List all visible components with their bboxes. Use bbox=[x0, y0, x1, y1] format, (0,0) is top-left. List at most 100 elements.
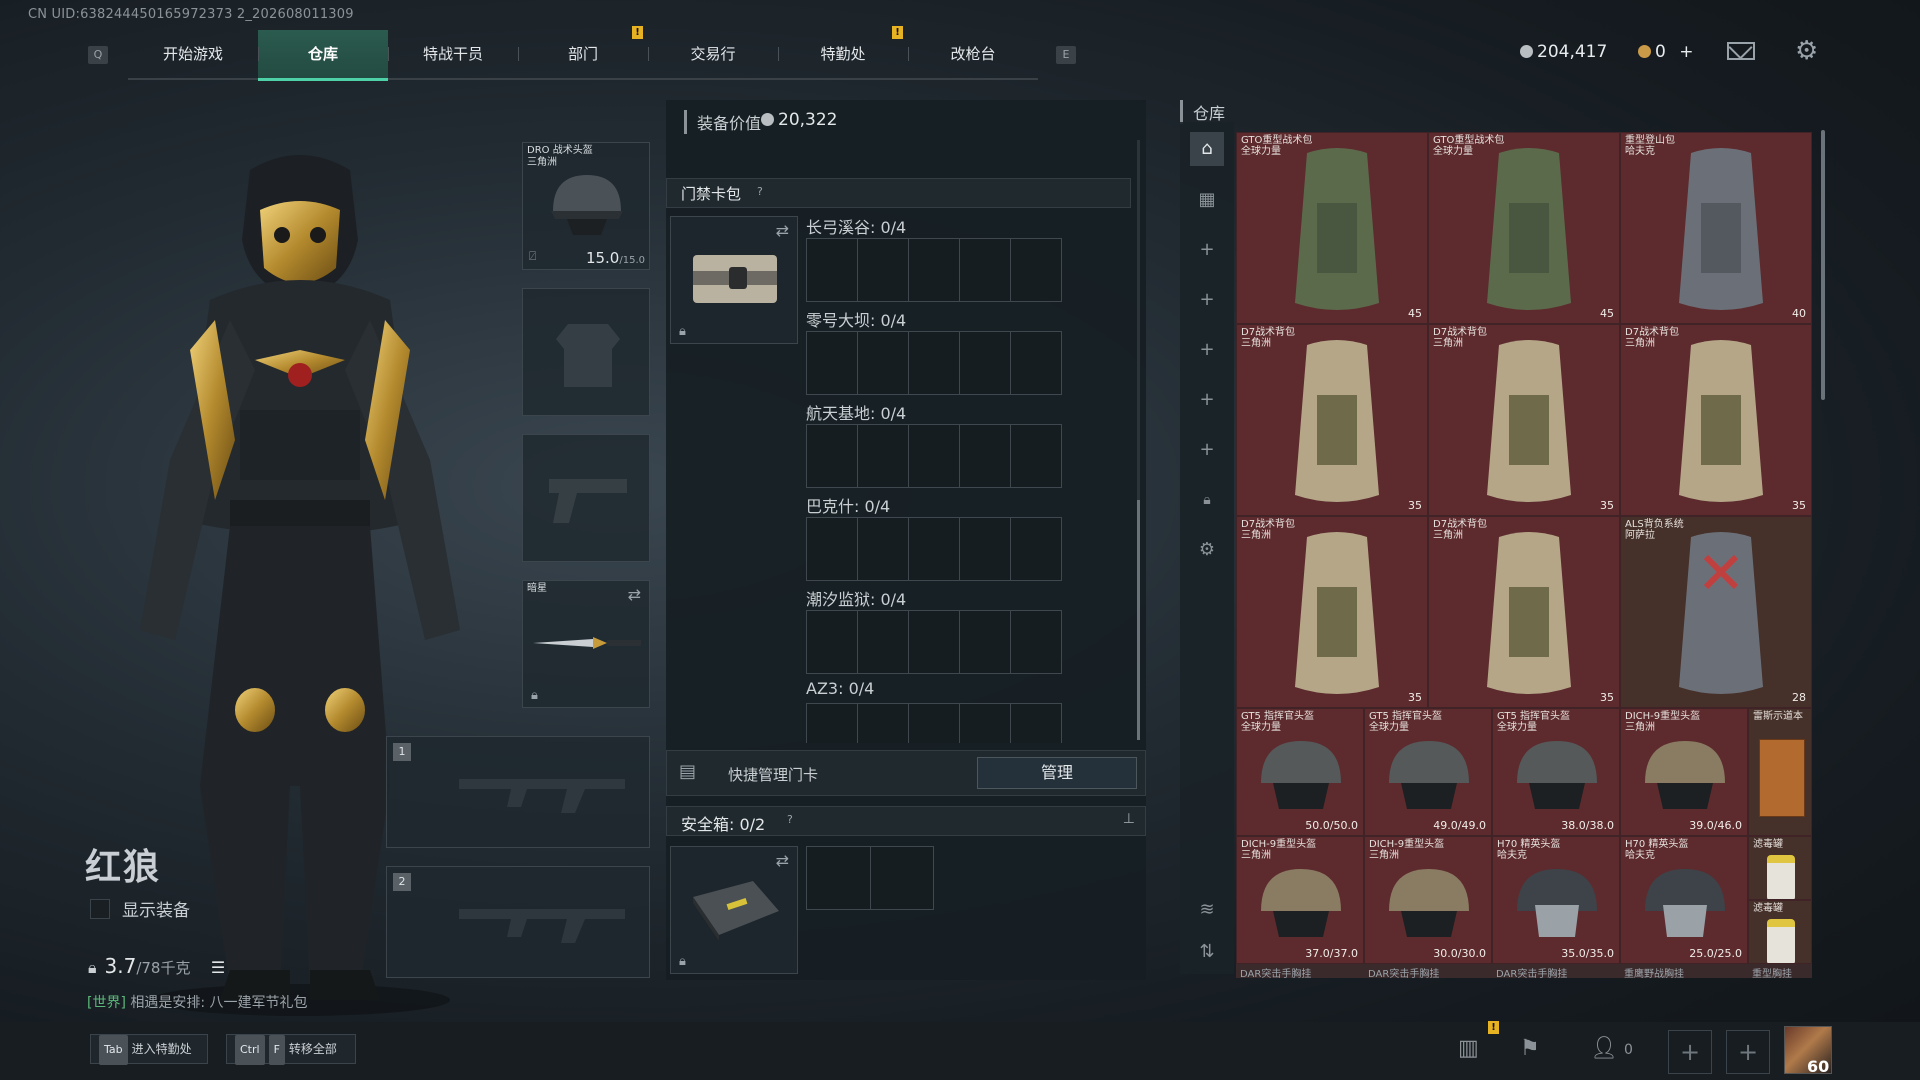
tab-operators[interactable]: 特战干员 bbox=[388, 30, 518, 78]
storage-item[interactable]: D7战术背包 三角洲 35 bbox=[1428, 324, 1620, 516]
bond-icon bbox=[1638, 45, 1651, 58]
tab-trading[interactable]: 交易行 bbox=[648, 30, 778, 78]
armor-slot[interactable] bbox=[522, 288, 650, 416]
swap-icon[interactable]: ⇄ bbox=[628, 585, 641, 604]
nav-prev-key[interactable]: Q bbox=[88, 46, 108, 64]
item-durability: 50.0/50.0 bbox=[1305, 819, 1358, 832]
safebox-slot[interactable]: ⇄ 🔒︎ bbox=[670, 846, 798, 974]
layers-icon[interactable]: ≋ bbox=[1195, 898, 1219, 922]
storage-item[interactable]: 滤毒罐 bbox=[1748, 836, 1812, 900]
storage-item[interactable]: GT5 指挥官头盔 全球力量 50.0/50.0 bbox=[1236, 708, 1364, 836]
tab-department[interactable]: 部门 bbox=[518, 30, 648, 78]
ctrl-key: Ctrl bbox=[235, 1035, 265, 1065]
swap-icon[interactable]: ⇄ bbox=[776, 851, 789, 870]
help-icon[interactable]: ? bbox=[757, 185, 763, 198]
gallery-icon[interactable]: ▦ bbox=[1195, 188, 1219, 212]
uid-label: CN UID:638244450165972373 2_202608011309 bbox=[28, 7, 354, 22]
enter-special-ops-button[interactable]: Tab 进入特勤处 bbox=[90, 1034, 208, 1065]
hafcoin-icon bbox=[761, 113, 774, 126]
storage-item[interactable]: GT5 指挥官头盔 全球力量 38.0/38.0 bbox=[1492, 708, 1620, 836]
storage-item[interactable]: D7战术背包 三角洲 35 bbox=[1236, 516, 1428, 708]
settings-icon[interactable]: ⚙ bbox=[1195, 538, 1219, 562]
storage-item[interactable]: GT5 指挥官头盔 全球力量 49.0/49.0 bbox=[1364, 708, 1492, 836]
storage-scrollbar[interactable] bbox=[1821, 130, 1825, 400]
keycard-grid[interactable] bbox=[806, 703, 1062, 743]
invite-slot-button[interactable]: + bbox=[1726, 1030, 1770, 1074]
keycard-header: 门禁卡包 ? bbox=[666, 178, 1131, 208]
world-message: 相遇是安排: 八一建军节礼包 bbox=[130, 995, 308, 1011]
tab-gunsmith[interactable]: 改枪台 bbox=[908, 30, 1038, 78]
storage-item[interactable]: DICH-9重型头盔 三角洲 30.0/30.0 bbox=[1364, 836, 1492, 964]
keycard-grid[interactable] bbox=[806, 610, 1062, 674]
scrollbar[interactable] bbox=[1137, 140, 1140, 740]
tab-warehouse[interactable]: 仓库 bbox=[258, 30, 388, 81]
equip-value: 20,322 bbox=[761, 110, 837, 130]
top-nav: Q 开始游戏 仓库 特战干员 部门 交易行 特勤处 改枪台 ! ! E bbox=[80, 26, 1076, 81]
manage-button[interactable]: 管理 bbox=[977, 757, 1137, 789]
storage-item[interactable]: ALS背负系统 阿萨拉 28 bbox=[1620, 516, 1812, 708]
storage-item[interactable]: DICH-9重型头盔 三角洲 37.0/37.0 bbox=[1236, 836, 1364, 964]
add-tab-icon[interactable]: + bbox=[1195, 288, 1219, 312]
quick-manage-label: 快捷管理门卡 bbox=[728, 766, 819, 784]
warehouse-icon[interactable]: ⌂ bbox=[1190, 132, 1224, 166]
backpack-icon bbox=[1487, 340, 1571, 502]
add-tab-icon[interactable]: + bbox=[1195, 438, 1219, 462]
gear-icon[interactable]: ⚙ bbox=[1795, 38, 1818, 64]
invite-slot-button[interactable]: + bbox=[1668, 1030, 1712, 1074]
keycard-bag-slot[interactable]: ⇄ 🔒︎ bbox=[670, 216, 798, 344]
backpack-icon bbox=[1487, 148, 1571, 310]
world-chat[interactable]: [世界] 相遇是安排: 八一建军节礼包 bbox=[87, 992, 308, 1012]
safebox-grid[interactable] bbox=[806, 846, 934, 910]
item-durability: 37.0/37.0 bbox=[1305, 947, 1358, 960]
tab-start-game[interactable]: 开始游戏 bbox=[128, 30, 258, 78]
stats-icon[interactable]: ▥ bbox=[1458, 1036, 1479, 1061]
safebox-header: 安全箱: 0/2 ? ⊥ bbox=[666, 806, 1146, 836]
list-icon[interactable]: ☰ bbox=[211, 958, 225, 977]
storage-item[interactable]: GTO重型战术包 全球力量 45 bbox=[1236, 132, 1428, 324]
gas-filter-icon bbox=[1767, 855, 1795, 899]
storage-item[interactable]: D7战术背包 三角洲 35 bbox=[1620, 324, 1812, 516]
add-tab-icon[interactable]: + bbox=[1195, 338, 1219, 362]
storage-item[interactable]: 雷斯示道本 bbox=[1748, 708, 1812, 836]
checkbox[interactable] bbox=[90, 899, 110, 919]
helmet-slot[interactable]: DRO 战术头盔 三角洲 ⍁ 15.0/15.0 bbox=[522, 142, 650, 270]
transfer-all-button[interactable]: Ctrl F 转移全部 bbox=[226, 1034, 356, 1065]
add-tab-icon[interactable]: + bbox=[1195, 388, 1219, 412]
pin-icon[interactable]: ⊥ bbox=[1123, 811, 1135, 827]
helmet-icon bbox=[551, 175, 623, 235]
keycard-grid[interactable] bbox=[806, 517, 1062, 581]
backpack-icon bbox=[1295, 340, 1379, 502]
help-icon[interactable]: ? bbox=[787, 813, 793, 826]
friends-icon[interactable]: 👤︎ bbox=[1590, 1036, 1618, 1061]
primary-weapon-slot[interactable]: 1 bbox=[386, 736, 650, 848]
flag-icon[interactable]: ⚑ bbox=[1520, 1036, 1540, 1061]
keycard-grid[interactable] bbox=[806, 331, 1062, 395]
nav-next-key[interactable]: E bbox=[1056, 46, 1076, 64]
storage-item[interactable]: D7战术背包 三角洲 35 bbox=[1236, 324, 1428, 516]
tab-special-ops[interactable]: 特勤处 bbox=[778, 30, 908, 78]
show-gear-toggle[interactable]: 显示装备 bbox=[90, 896, 190, 921]
storage-item[interactable]: DICH-9重型头盔 三角洲 39.0/46.0 bbox=[1620, 708, 1748, 836]
storage-item[interactable]: 滤毒罐 bbox=[1748, 900, 1812, 964]
keycard-grid[interactable] bbox=[806, 238, 1062, 302]
add-bond-button[interactable]: + bbox=[1679, 42, 1693, 62]
lock-icon[interactable]: 🔒︎ bbox=[1195, 488, 1219, 512]
world-tag: [世界] bbox=[87, 995, 126, 1011]
storage-item[interactable]: D7战术背包 三角洲 35 bbox=[1428, 516, 1620, 708]
storage-item[interactable]: GTO重型战术包 全球力量 45 bbox=[1428, 132, 1620, 324]
secondary-weapon-slot[interactable]: 2 bbox=[386, 866, 650, 978]
sort-icon[interactable]: ⇅ bbox=[1195, 940, 1219, 964]
pistol-slot[interactable] bbox=[522, 434, 650, 562]
mail-icon[interactable] bbox=[1727, 42, 1755, 60]
storage-item[interactable]: H70 精英头盔 哈夫克 35.0/35.0 bbox=[1492, 836, 1620, 964]
add-tab-icon[interactable]: + bbox=[1195, 238, 1219, 262]
melee-slot[interactable]: 暗星 ⇄ 🔒︎ bbox=[522, 580, 650, 708]
storage-item[interactable]: H70 精英头盔 哈夫克 25.0/25.0 bbox=[1620, 836, 1748, 964]
item-capacity: 35 bbox=[1600, 691, 1614, 704]
swap-icon[interactable]: ⇄ bbox=[776, 221, 789, 240]
storage-item[interactable]: 重型登山包 哈夫克 40 bbox=[1620, 132, 1812, 324]
keycard-grid[interactable] bbox=[806, 424, 1062, 488]
helmet-icon bbox=[1645, 869, 1725, 937]
lock-icon: 🔒︎ bbox=[531, 688, 538, 703]
lock-icon: 🔒︎ bbox=[679, 954, 686, 969]
